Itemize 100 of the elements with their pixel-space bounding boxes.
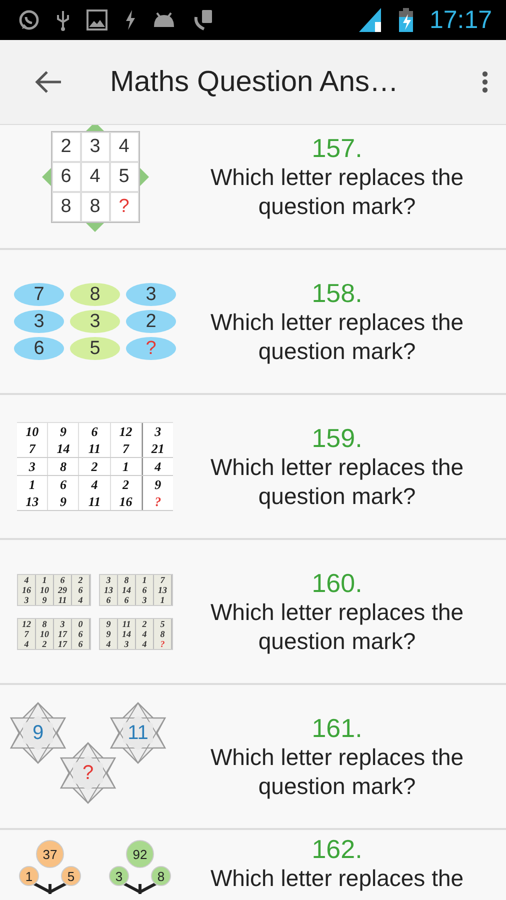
- grid-cell: 2: [136, 618, 154, 628]
- grid-cell: 6: [52, 162, 80, 192]
- question-number: 159.: [312, 422, 362, 452]
- grid-cell: 4: [136, 638, 154, 648]
- grid-cell: 3: [80, 132, 110, 162]
- table-cell: 4: [142, 458, 173, 475]
- grid-cell: 8: [118, 574, 136, 584]
- question-text: Which letter replaces the question mark?: [209, 452, 465, 510]
- grid-cell: 9: [100, 618, 118, 628]
- grid-cell: 2: [52, 132, 80, 162]
- table-cell: 1: [17, 476, 48, 493]
- number-node: 5: [61, 866, 81, 886]
- grid-cell: ?: [110, 192, 138, 222]
- table-cell: 14: [48, 440, 80, 457]
- more-icon: [482, 70, 488, 94]
- grid-cell: 3: [136, 594, 154, 604]
- grid-cell: 2: [72, 574, 90, 584]
- battery-icon: [399, 8, 414, 32]
- grid-cell: 2: [36, 638, 54, 648]
- number-oval: ?: [126, 337, 176, 360]
- question-number: 158.: [312, 278, 362, 308]
- question-number: 160.: [312, 568, 362, 598]
- grid-cell: 4: [110, 132, 138, 162]
- number-node: 3: [109, 866, 129, 886]
- table-cell: 4: [79, 476, 111, 493]
- grid-cell: 17: [54, 628, 72, 638]
- grid-cell: 1: [154, 594, 172, 604]
- table-cell: 9: [142, 476, 173, 493]
- star-shape: [60, 742, 116, 804]
- table-cell: 9: [48, 493, 80, 510]
- grid-cell: 5: [154, 618, 172, 628]
- grid-cell: 3: [54, 618, 72, 628]
- grid-cell: 0: [72, 618, 90, 628]
- number-oval: 2: [126, 310, 176, 333]
- center-number: 11: [126, 720, 150, 746]
- grid-cell: 11: [54, 594, 72, 604]
- grid-cell: 1: [136, 574, 154, 584]
- number-node: 8: [151, 866, 171, 886]
- table-cell: 2: [79, 458, 111, 475]
- table-cell: 1: [110, 458, 142, 475]
- grid-cell: 14: [118, 628, 136, 638]
- grid-cell: 4: [100, 638, 118, 648]
- question-text: Which letter replaces the question mark?: [209, 162, 465, 220]
- number-oval: 7: [14, 283, 64, 306]
- flash-icon: [124, 9, 136, 31]
- grid-cell: 6: [54, 574, 72, 584]
- star-shape: [110, 702, 166, 764]
- table-cell: 21: [142, 440, 173, 457]
- grid-cell: 9: [36, 594, 54, 604]
- table-cell: 16: [110, 493, 142, 510]
- grid-cell: 1: [36, 574, 54, 584]
- question-item[interactable]: 2 3 4 6 4 5 8 8 ? 157. Which letter replaces the question mark?: [0, 125, 506, 250]
- number-node: 37: [36, 840, 64, 868]
- table-cell: 9: [48, 423, 80, 440]
- number-oval: 3: [70, 310, 120, 333]
- number-oval: 6: [14, 337, 64, 360]
- question-number: 162.: [312, 834, 362, 864]
- grid-cell: 3: [18, 594, 36, 604]
- grid-cell: 8: [36, 618, 54, 628]
- back-arrow-icon: [34, 70, 62, 94]
- question-number: 161.: [312, 712, 362, 742]
- table-cell: 6: [48, 476, 80, 493]
- grid-cell: 4: [136, 628, 154, 638]
- grid-cell: 8: [154, 628, 172, 638]
- grid-cell: 16: [18, 584, 36, 594]
- grid-cell: 6: [72, 628, 90, 638]
- grid-cell: 13: [100, 584, 118, 594]
- grid-cell: 6: [136, 584, 154, 594]
- clock-time: 17:17: [429, 6, 492, 34]
- grid-cell: 10: [36, 584, 54, 594]
- table-cell: 7: [17, 440, 48, 457]
- table-cell: 3: [142, 423, 173, 440]
- grid-cell: 6: [72, 638, 90, 648]
- number-oval: 8: [70, 283, 120, 306]
- grid-cell: 4: [80, 162, 110, 192]
- image-icon: [86, 9, 108, 31]
- star-shape: [10, 702, 66, 764]
- grid-cell: 14: [118, 584, 136, 594]
- table-cell: ?: [142, 493, 173, 510]
- usb-icon: [56, 9, 70, 31]
- grid-cell: 6: [100, 594, 118, 604]
- grid-cell: 11: [118, 618, 136, 628]
- question-text: Which letter replaces the question mark?: [209, 598, 465, 656]
- grid-cell: 12: [18, 618, 36, 628]
- phone-icon: [192, 9, 214, 31]
- question-text: Which letter replaces the question mark?: [209, 308, 465, 366]
- grid-cell: 4: [18, 574, 36, 584]
- grid-cell: 4: [72, 594, 90, 604]
- app-title: Maths Question Ans…: [110, 66, 400, 98]
- table-cell: 11: [79, 493, 111, 510]
- question-number: 157.: [312, 132, 362, 162]
- chat-icon: [18, 9, 40, 31]
- grid-cell: 10: [36, 628, 54, 638]
- question-text: Which letter replaces the question mark?: [209, 742, 465, 800]
- grid-cell: 13: [154, 584, 172, 594]
- grid-cell: 7: [154, 574, 172, 584]
- number-oval: 5: [70, 337, 120, 360]
- number-node: 92: [126, 840, 154, 868]
- signal-icon: [357, 8, 384, 32]
- grid-cell: 29: [54, 584, 72, 594]
